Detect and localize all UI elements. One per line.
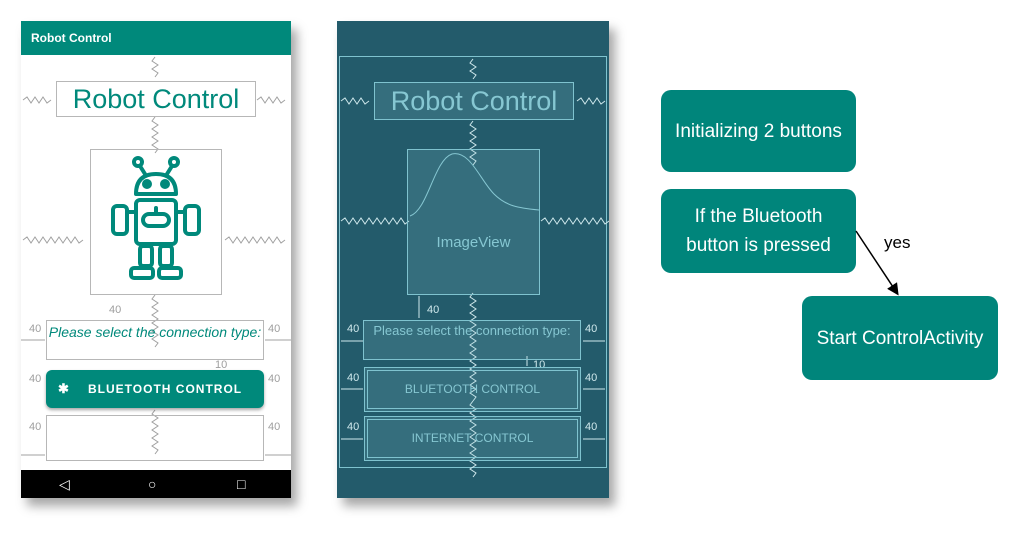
- blueprint-title: Robot Control: [390, 86, 558, 116]
- margin-label: 40: [109, 304, 122, 316]
- margin-label: 40: [268, 323, 281, 335]
- flow-step-text: Initializing 2 buttons: [675, 120, 842, 142]
- margin-label: 40: [29, 373, 42, 385]
- margin-label: 40: [268, 421, 281, 433]
- imageview-label: ImageView: [436, 234, 511, 251]
- robot-icon: [111, 156, 201, 280]
- home-icon[interactable]: ○: [148, 476, 156, 492]
- connection-prompt: Please select the connection type:: [46, 320, 264, 360]
- bluetooth-control-button[interactable]: ✱ BLUETOOTH CONTROL: [46, 370, 264, 408]
- margin-label: 40: [347, 421, 360, 433]
- bluetooth-icon: ✱: [58, 381, 70, 396]
- blueprint-imageview: ImageView: [407, 149, 540, 295]
- imageview-curve: [409, 153, 539, 217]
- button-label: BLUETOOTH CONTROL: [404, 382, 541, 396]
- margin-label: 40: [585, 323, 598, 335]
- button-label: INTERNET CONTROL: [411, 431, 534, 445]
- blueprint-internet-button: INTERNET CONTROL: [364, 416, 581, 461]
- flow-step-condition: If the Bluetooth button is pressed: [661, 189, 856, 273]
- margin-label: 40: [268, 373, 281, 385]
- flow-step-text: Start ControlActivity: [816, 327, 984, 349]
- title-text: Robot Control: [56, 81, 256, 117]
- blueprint-prompt: Please select the connection type:: [373, 323, 571, 338]
- flow-edge-label: yes: [884, 233, 911, 252]
- flow-step-text: If the Bluetooth button is pressed: [686, 206, 831, 256]
- margin-label: 40: [29, 421, 42, 433]
- blueprint-prompt-box: Please select the connection type:: [363, 320, 581, 360]
- blueprint-bluetooth-button: BLUETOOTH CONTROL: [364, 367, 581, 412]
- margin-label: 40: [427, 304, 440, 316]
- app-bar-title: Robot Control: [21, 21, 291, 55]
- margin-label: 40: [347, 323, 360, 335]
- robot-image: [90, 149, 222, 295]
- flow-step-start: Start ControlActivity: [802, 296, 998, 380]
- margin-label: 40: [585, 372, 598, 384]
- margin-label: 40: [29, 323, 42, 335]
- button-label: BLUETOOTH CONTROL: [88, 382, 243, 396]
- navigation-bar: ◁ ○ □: [21, 470, 291, 498]
- recents-icon[interactable]: □: [237, 476, 245, 492]
- blueprint-title-box: Robot Control: [374, 82, 574, 120]
- internet-control-placeholder[interactable]: [46, 415, 264, 461]
- back-icon[interactable]: ◁: [59, 476, 70, 492]
- phone-design-view: Robot Control Robot Control 40 40 40 10 …: [21, 21, 291, 498]
- margin-label: 40: [347, 372, 360, 384]
- flow-step-init: Initializing 2 buttons: [661, 90, 856, 172]
- margin-label: 40: [585, 421, 598, 433]
- blueprint-view: Robot Control ImageView 40 40 40 10 40 4…: [337, 21, 609, 498]
